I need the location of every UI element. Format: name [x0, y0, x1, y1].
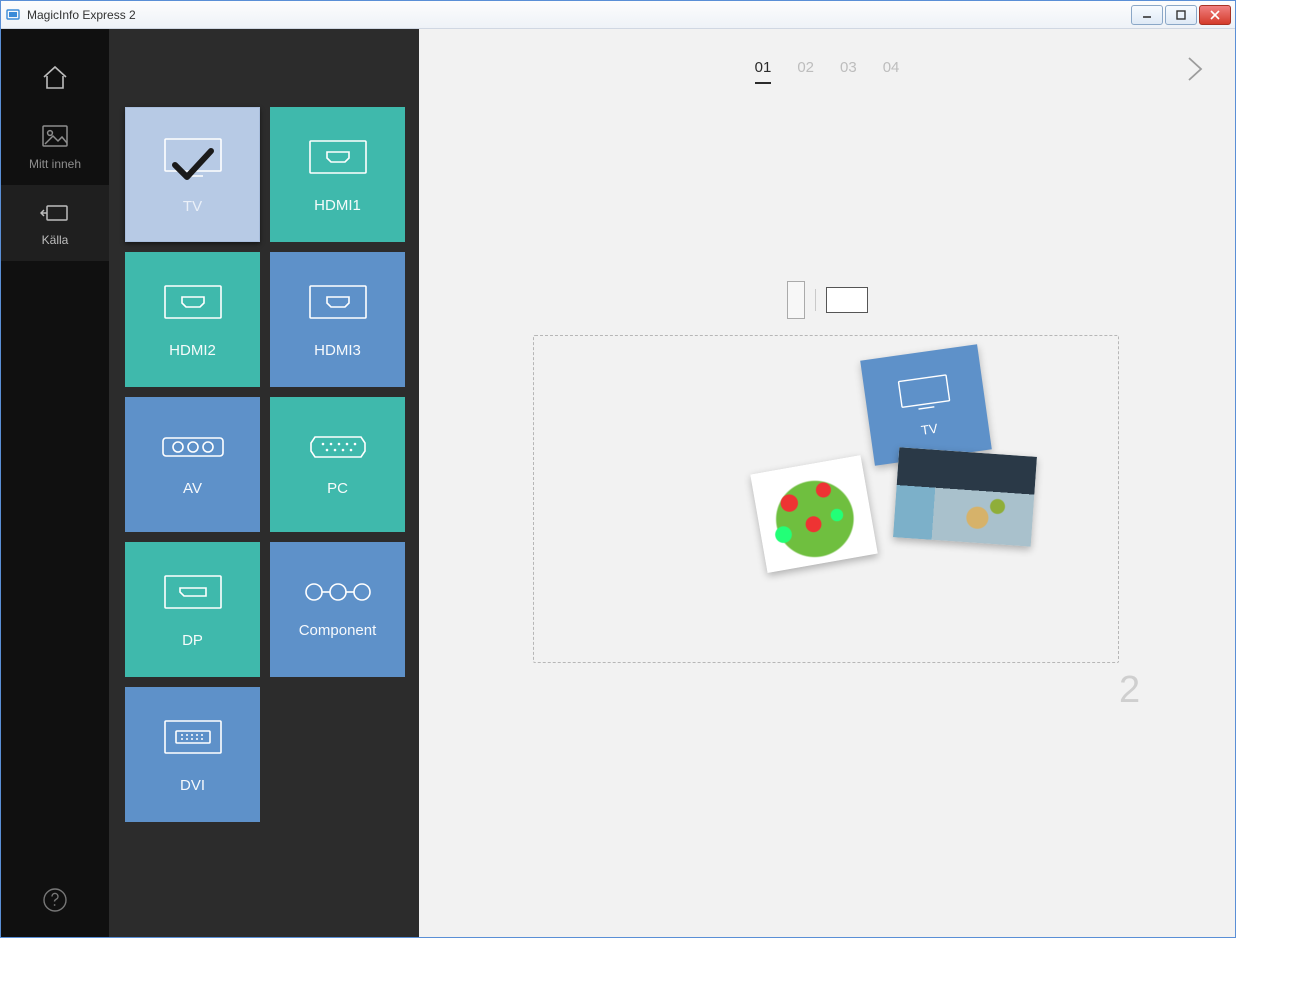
orientation-landscape[interactable] — [826, 287, 868, 313]
source-tile-hdmi2[interactable]: HDMI2 — [125, 252, 260, 387]
dropped-source-tv[interactable]: TV — [860, 344, 992, 465]
step-01[interactable]: 01 — [755, 59, 772, 84]
sources-grid: TV HDMI1 HDMI2 — [125, 107, 409, 822]
source-tile-component[interactable]: Component — [270, 542, 405, 677]
slot-number: 2 — [1119, 669, 1235, 712]
image-icon — [40, 123, 70, 149]
source-label: AV — [183, 480, 202, 497]
close-button[interactable] — [1199, 5, 1231, 25]
source-label: PC — [327, 480, 348, 497]
component-icon — [302, 580, 374, 604]
window-controls — [1129, 5, 1231, 25]
dropped-image-cafe[interactable] — [893, 447, 1037, 546]
source-icon — [40, 201, 70, 225]
image-thumbnail — [893, 447, 1037, 546]
maximize-icon — [1176, 10, 1186, 20]
minimize-button[interactable] — [1131, 5, 1163, 25]
source-tile-dp[interactable]: DP — [125, 542, 260, 677]
layout-drop-zone[interactable]: TV — [533, 335, 1119, 663]
step-indicator: 01 02 03 04 — [419, 59, 1235, 84]
source-tile-hdmi1[interactable]: HDMI1 — [270, 107, 405, 242]
sources-panel: TV HDMI1 HDMI2 — [109, 29, 419, 937]
tv-icon — [894, 370, 955, 415]
image-thumbnail — [750, 455, 878, 573]
titlebar: MagicInfo Express 2 — [1, 1, 1235, 29]
hdmi-icon — [158, 280, 228, 324]
dvi-icon — [158, 715, 228, 759]
check-icon — [167, 145, 219, 185]
step-02[interactable]: 02 — [797, 59, 814, 84]
home-button[interactable] — [1, 47, 109, 107]
dropped-image-salad[interactable] — [750, 455, 878, 573]
client-area: Mitt inneh Källa — [1, 29, 1235, 937]
maximize-button[interactable] — [1165, 5, 1197, 25]
source-label: HDMI1 — [314, 197, 361, 214]
source-tile-pc[interactable]: PC — [270, 397, 405, 532]
dropped-source-label: TV — [920, 420, 939, 437]
next-button[interactable] — [1183, 55, 1207, 88]
sidebar-item-source[interactable]: Källa — [1, 185, 109, 261]
source-tile-dvi[interactable]: DVI — [125, 687, 260, 822]
sidebar-item-label: Källa — [42, 233, 69, 247]
app-icon — [5, 7, 21, 23]
av-icon — [161, 432, 225, 462]
source-label: Component — [299, 622, 377, 639]
source-label: DP — [182, 632, 203, 649]
source-tile-hdmi3[interactable]: HDMI3 — [270, 252, 405, 387]
close-icon — [1210, 10, 1220, 20]
step-04[interactable]: 04 — [883, 59, 900, 84]
hdmi-icon — [303, 135, 373, 179]
orientation-divider — [815, 289, 816, 311]
source-label: HDMI2 — [169, 342, 216, 359]
source-tile-av[interactable]: AV — [125, 397, 260, 532]
source-label: HDMI3 — [314, 342, 361, 359]
window-title: MagicInfo Express 2 — [27, 8, 1129, 22]
orientation-toggle — [419, 281, 1235, 319]
minimize-icon — [1142, 10, 1152, 20]
home-icon — [40, 63, 70, 91]
sidebar-item-content[interactable]: Mitt inneh — [1, 107, 109, 185]
dp-icon — [158, 570, 228, 614]
source-label: TV — [183, 198, 202, 215]
help-button[interactable] — [1, 887, 109, 913]
vga-icon — [309, 432, 367, 462]
canvas-area: 01 02 03 04 TV — [419, 29, 1235, 937]
help-icon — [42, 887, 68, 913]
orientation-portrait[interactable] — [787, 281, 805, 319]
sidebar-item-label: Mitt inneh — [29, 157, 81, 171]
step-03[interactable]: 03 — [840, 59, 857, 84]
source-label: DVI — [180, 777, 205, 794]
app-window: MagicInfo Express 2 — [0, 0, 1236, 938]
chevron-right-icon — [1183, 55, 1207, 83]
source-tile-tv[interactable]: TV — [125, 107, 260, 242]
sidebar: Mitt inneh Källa — [1, 29, 109, 937]
hdmi-icon — [303, 280, 373, 324]
